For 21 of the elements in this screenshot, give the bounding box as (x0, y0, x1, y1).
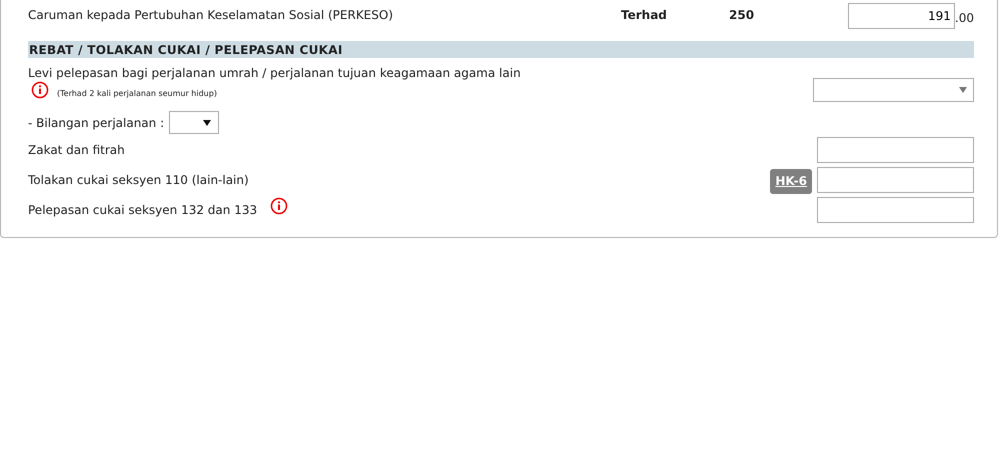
info-icon[interactable] (270, 197, 288, 215)
input-field[interactable] (817, 137, 974, 163)
field-label: - Bilangan perjalanan : (28, 116, 164, 130)
limit-value: 250 (729, 8, 754, 22)
caret-icon (959, 87, 967, 93)
field-label: Levi pelepasan bagi perjalanan umrah / perjalanan tujuan keagamaan agama lain (28, 66, 522, 80)
field-label: Zakat dan fitrah (28, 143, 125, 157)
hk-6-button[interactable]: HK-6 (770, 168, 812, 194)
field-label: Caruman kepada Pertubuhan Keselamatan Sosial (PERKESO) (28, 8, 394, 22)
limit-note: (Terhad 2 kali perjalanan seumur hidup) (57, 88, 217, 98)
info-icon[interactable] (31, 81, 49, 99)
input-field[interactable] (817, 167, 974, 193)
input-field[interactable] (817, 197, 974, 223)
section-header: REBAT / TOLAKAN CUKAI / PELEPASAN CUKAI (28, 41, 974, 58)
field-label: Pelepasan cukai seksyen 132 dan 133 (28, 203, 258, 217)
field-label: Tolakan cukai seksyen 110 (lain-lain) (28, 173, 249, 187)
limit-label: Terhad (621, 8, 668, 22)
dropdown[interactable] (169, 111, 220, 134)
amount-field[interactable]: 191 (848, 3, 955, 29)
decimal-suffix: .00 (954, 11, 974, 25)
caret-icon (203, 120, 212, 126)
